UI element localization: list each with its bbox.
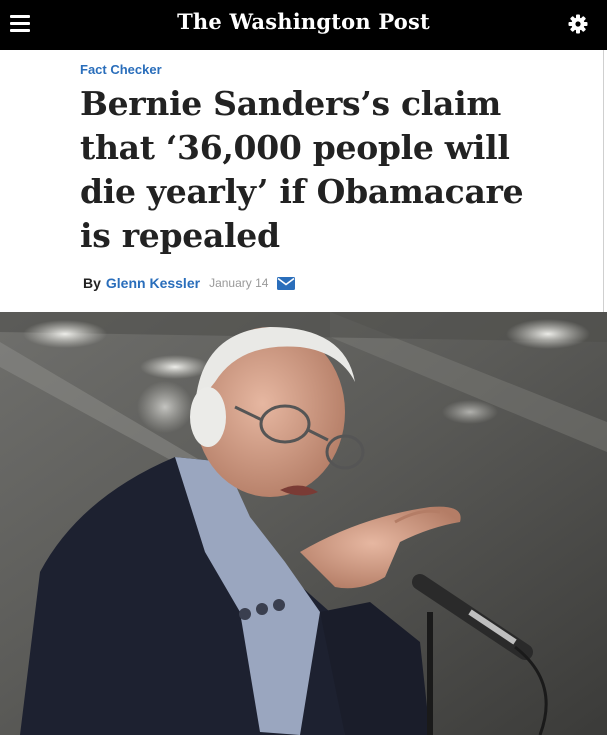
section-kicker-link[interactable]: Fact Checker	[80, 62, 162, 77]
byline-prefix: By	[83, 275, 101, 291]
publish-date: January 14	[209, 276, 269, 290]
envelope-icon[interactable]	[277, 276, 296, 290]
site-logo[interactable]: The Washington Post	[0, 9, 607, 34]
page-edge-divider	[603, 50, 604, 312]
byline: By Glenn Kessler January 14	[83, 273, 296, 293]
lead-photo	[0, 312, 607, 735]
gear-icon[interactable]	[567, 13, 589, 35]
top-navigation-bar: The Washington Post	[0, 0, 607, 50]
author-link[interactable]: Glenn Kessler	[106, 275, 200, 291]
article-headline: Bernie Sanders’s claim that ‘36,000 peop…	[80, 84, 524, 255]
